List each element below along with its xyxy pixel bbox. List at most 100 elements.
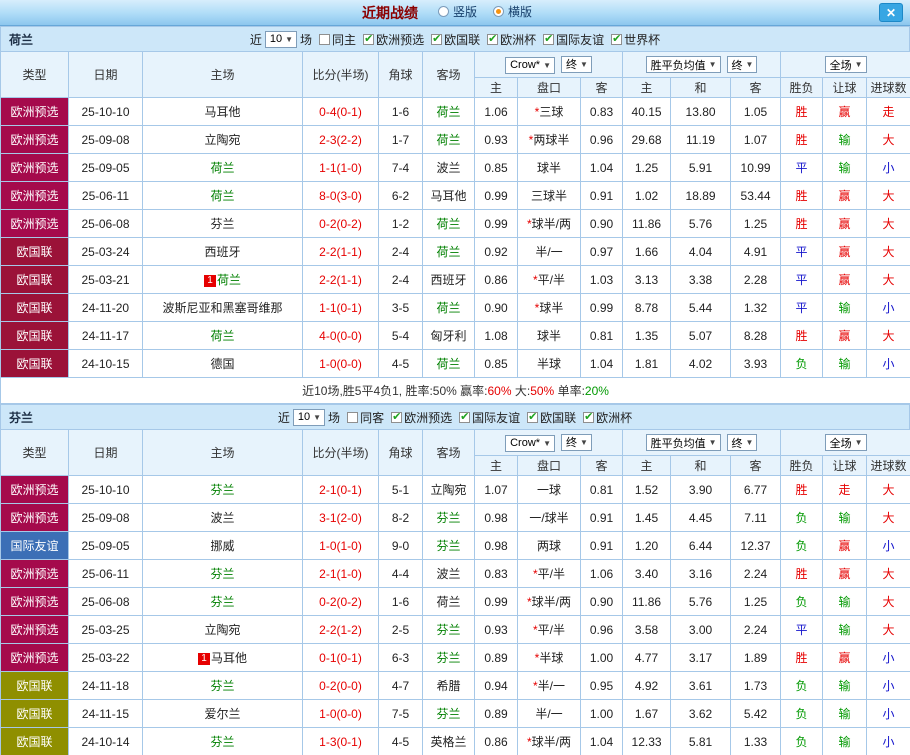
team-name: 芬兰 (210, 595, 234, 609)
team-name: 匈牙利 (430, 329, 466, 343)
team-name: 马耳他 (204, 105, 240, 119)
filter-checkbox-同客[interactable]: 同客 (347, 409, 384, 426)
checkbox-icon[interactable] (527, 412, 538, 423)
away-team-cell: 立陶宛 (423, 476, 475, 504)
checkbox-icon[interactable] (347, 412, 358, 423)
avg-draw-cell: 3.62 (671, 700, 731, 728)
avg-away-cell: 53.44 (731, 182, 781, 210)
checkbox-icon[interactable] (363, 34, 374, 45)
checkbox-label: 国际友谊 (472, 409, 520, 426)
avg-draw-cell: 4.02 (671, 350, 731, 378)
handicap-result-cell: 赢 (823, 182, 867, 210)
match-date-cell: 25-03-21 (69, 266, 143, 294)
header-select-终[interactable]: 终▼ (727, 56, 758, 73)
away-team-cell: 荷兰 (423, 588, 475, 616)
score-cell: 4-0(0-0) (303, 322, 379, 350)
league-type-cell: 欧洲预选 (1, 504, 69, 532)
checkbox-icon[interactable] (459, 412, 470, 423)
filter-checkbox-欧洲杯[interactable]: 欧洲杯 (583, 409, 632, 426)
select-value: 终 (732, 57, 743, 73)
header-select-全场[interactable]: 全场▼ (825, 56, 867, 73)
summary-part: 赢率: (460, 384, 487, 398)
summary-part: 60% (488, 384, 515, 398)
header-select-胜平负均值[interactable]: 胜平负均值▼ (646, 56, 721, 73)
team-name: 荷兰 (436, 357, 460, 371)
team-name: 荷兰 (436, 245, 460, 259)
filter-checkbox-世界杯[interactable]: 世界杯 (611, 31, 660, 48)
filter-checkbox-欧国联[interactable]: 欧国联 (431, 31, 480, 48)
group-header-0: Crow*▼ 终▼ (475, 52, 623, 78)
checkbox-icon[interactable] (611, 34, 622, 45)
team-name: 西班牙 (430, 273, 466, 287)
filter-checkbox-国际友谊[interactable]: 国际友谊 (459, 409, 520, 426)
section-bar-0: 荷兰近10▼场同主欧洲预选欧国联欧洲杯国际友谊世界杯 (0, 26, 910, 51)
header-select-Crow*[interactable]: Crow*▼ (505, 57, 555, 74)
match-date-cell: 24-11-15 (69, 700, 143, 728)
team-name: 芬兰 (436, 511, 460, 525)
filter-checkbox-欧国联[interactable]: 欧国联 (527, 409, 576, 426)
match-date-cell: 25-03-25 (69, 616, 143, 644)
result-cell: 胜 (781, 560, 823, 588)
away-team-cell: 西班牙 (423, 266, 475, 294)
header-select-终[interactable]: 终▼ (727, 434, 758, 451)
result-cell: 平 (781, 154, 823, 182)
checkbox-icon[interactable] (583, 412, 594, 423)
header-select-终[interactable]: 终▼ (561, 434, 592, 451)
filter-checkbox-欧洲杯[interactable]: 欧洲杯 (487, 31, 536, 48)
header-select-胜平负均值[interactable]: 胜平负均值▼ (646, 434, 721, 451)
crown-home-odds-cell: 1.07 (475, 476, 518, 504)
avg-home-cell: 1.66 (623, 238, 671, 266)
avg-draw-cell: 3.00 (671, 616, 731, 644)
corners-cell: 7-4 (379, 154, 423, 182)
away-team-cell: 芬兰 (423, 504, 475, 532)
filter-checkbox-国际友谊[interactable]: 国际友谊 (543, 31, 604, 48)
header-select-终[interactable]: 终▼ (561, 56, 592, 73)
team-name: 立陶宛 (204, 133, 240, 147)
filter-checkbox-同主[interactable]: 同主 (319, 31, 356, 48)
close-button[interactable]: ✕ (879, 3, 903, 22)
handicap-result-cell: 输 (823, 126, 867, 154)
goals-result-cell: 小 (867, 700, 910, 728)
match-count-select[interactable]: 10▼ (293, 409, 325, 426)
header-select-Crow*[interactable]: Crow*▼ (505, 435, 555, 452)
crown-away-odds-cell: 0.95 (581, 672, 623, 700)
chevron-down-icon: ▼ (855, 438, 863, 447)
match-date-cell: 25-06-11 (69, 560, 143, 588)
checkbox-icon[interactable] (487, 34, 498, 45)
layout-radio-horizontal[interactable]: 横版 (493, 3, 532, 20)
checkbox-icon[interactable] (543, 34, 554, 45)
checkbox-icon[interactable] (319, 34, 330, 45)
checkbox-label: 同客 (360, 409, 384, 426)
summary-part: 20% (585, 384, 609, 398)
filter-checkbox-欧洲预选[interactable]: 欧洲预选 (391, 409, 452, 426)
layout-radio-vertical[interactable]: 竖版 (438, 3, 477, 20)
corners-cell: 5-4 (379, 322, 423, 350)
subcol-header: 客 (581, 78, 623, 98)
col-header: 角球 (379, 52, 423, 98)
summary-part: 近10场,胜5平4负1, (302, 384, 405, 398)
score-cell: 1-1(1-0) (303, 154, 379, 182)
corners-cell: 2-4 (379, 238, 423, 266)
avg-away-cell: 8.28 (731, 322, 781, 350)
header-select-全场[interactable]: 全场▼ (825, 434, 867, 451)
match-count-select[interactable]: 10▼ (265, 31, 297, 48)
group-header-0: Crow*▼ 终▼ (475, 430, 623, 456)
checkbox-label: 国际友谊 (556, 31, 604, 48)
results-table-0: 类型日期主场比分(半场)角球客场Crow*▼终▼胜平负均值▼终▼全场▼主盘口客主… (0, 51, 910, 404)
away-team-cell: 荷兰 (423, 98, 475, 126)
team-name: 荷兰 (436, 301, 460, 315)
match-date-cell: 25-03-22 (69, 644, 143, 672)
score-cell: 0-2(0-2) (303, 210, 379, 238)
avg-away-cell: 4.91 (731, 238, 781, 266)
goals-result-cell: 大 (867, 182, 910, 210)
league-type-cell: 欧国联 (1, 672, 69, 700)
filter-checkbox-欧洲预选[interactable]: 欧洲预选 (363, 31, 424, 48)
match-date-cell: 24-10-15 (69, 350, 143, 378)
team-name: 荷兰 (217, 273, 241, 287)
away-team-cell: 荷兰 (423, 126, 475, 154)
home-team-cell: 马耳他 (143, 98, 303, 126)
checkbox-icon[interactable] (431, 34, 442, 45)
checkbox-icon[interactable] (391, 412, 402, 423)
handicap-result-cell: 输 (823, 350, 867, 378)
corners-cell: 6-2 (379, 182, 423, 210)
